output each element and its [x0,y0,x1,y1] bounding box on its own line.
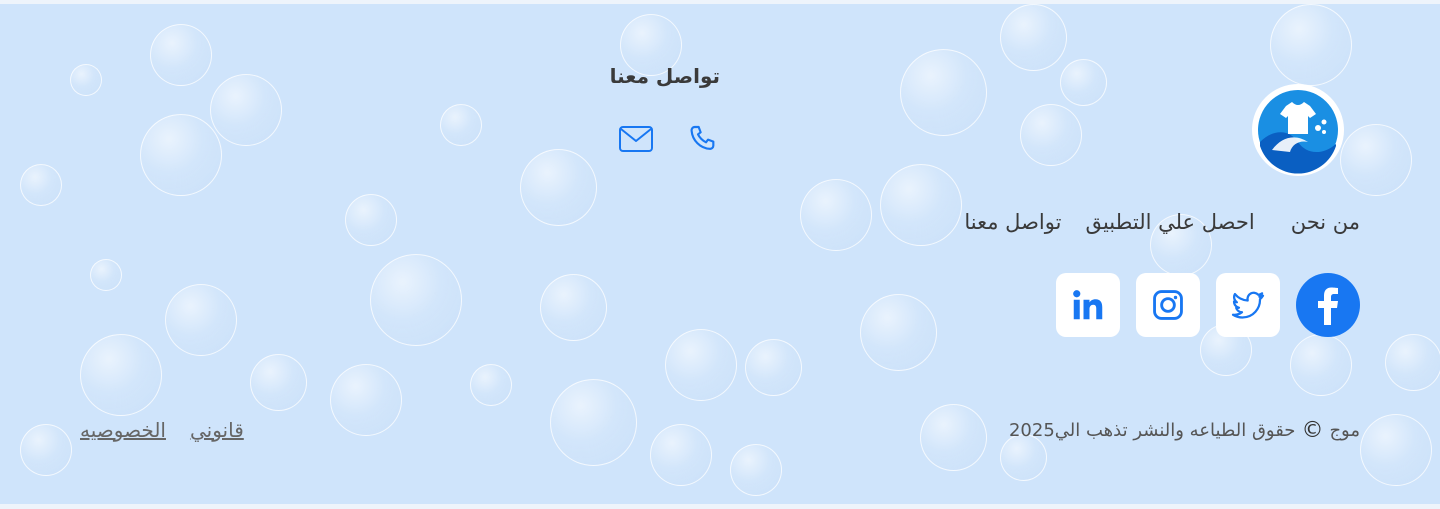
bubble-decoration [650,424,712,486]
wave-shirt-logo-icon [1258,90,1338,174]
instagram-icon [1153,290,1183,320]
contact-title: تواصل معنا [609,64,720,88]
bubble-decoration [80,334,162,416]
twitter-icon [1231,291,1265,319]
phone-icon [690,125,715,150]
bubble-decoration [1385,334,1440,391]
bubble-decoration [345,194,397,246]
bubble-decoration [920,404,987,471]
facebook-icon [1318,287,1338,325]
bubble-decoration [140,114,222,196]
facebook-button[interactable] [1296,273,1360,337]
instagram-button[interactable] [1136,273,1200,337]
bubble-decoration [20,424,72,476]
bubble-decoration [860,294,937,371]
bubble-decoration [330,364,402,436]
linkedin-icon [1073,290,1103,320]
bubble-decoration [70,64,102,96]
bubble-decoration [540,274,607,341]
legal-links: قانوني الخصوصيه [80,418,244,442]
bubble-decoration [880,164,962,246]
bubble-decoration [1290,334,1352,396]
bubble-decoration [1340,124,1412,196]
footer-nav: من نحن احصل علي التطبيق تواصل معنا [964,210,1360,234]
bubble-decoration [370,254,462,346]
bubble-decoration [1020,104,1082,166]
bubble-decoration [470,364,512,406]
privacy-link[interactable]: الخصوصيه [80,418,166,442]
bubble-decoration [1060,59,1107,106]
bubble-decoration [1000,4,1067,71]
bubble-decoration [1270,4,1352,86]
bubble-decoration [210,74,282,146]
social-links [1056,273,1360,337]
legal-link[interactable]: قانوني [190,418,244,442]
contact-icons [618,121,720,157]
site-footer: من نحن احصل علي التطبيق تواصل معنا تواصل… [0,4,1440,504]
bubble-decoration [550,379,637,466]
phone-link[interactable] [684,121,720,157]
bubble-decoration [520,149,597,226]
bubble-decoration [1360,414,1432,486]
bubble-decoration [730,444,782,496]
bubble-decoration [90,259,122,291]
bubble-decoration [20,164,62,206]
mail-icon [619,126,653,152]
bubble-decoration [440,104,482,146]
linkedin-button[interactable] [1056,273,1120,337]
nav-link-contact[interactable]: تواصل معنا [964,210,1061,234]
copyright-text: حقوق الطياعه والنشر تذهب الي2025 [1008,420,1296,441]
nav-link-get-app[interactable]: احصل علي التطبيق [1085,210,1254,234]
copyright: حقوق الطياعه والنشر تذهب الي2025 © موج [1009,418,1360,443]
bubble-decoration [900,49,987,136]
bubble-decoration [745,339,802,396]
bubble-decoration [150,24,212,86]
bubble-decoration [800,179,872,251]
brand-name: موج [1329,420,1360,441]
copyright-symbol-icon: © [1301,418,1324,443]
brand-logo[interactable] [1252,84,1344,176]
bubble-decoration [250,354,307,411]
bubble-decoration [165,284,237,356]
bubble-decoration [665,329,737,401]
nav-link-about[interactable]: من نحن [1291,210,1360,234]
email-link[interactable] [618,121,654,157]
twitter-button[interactable] [1216,273,1280,337]
